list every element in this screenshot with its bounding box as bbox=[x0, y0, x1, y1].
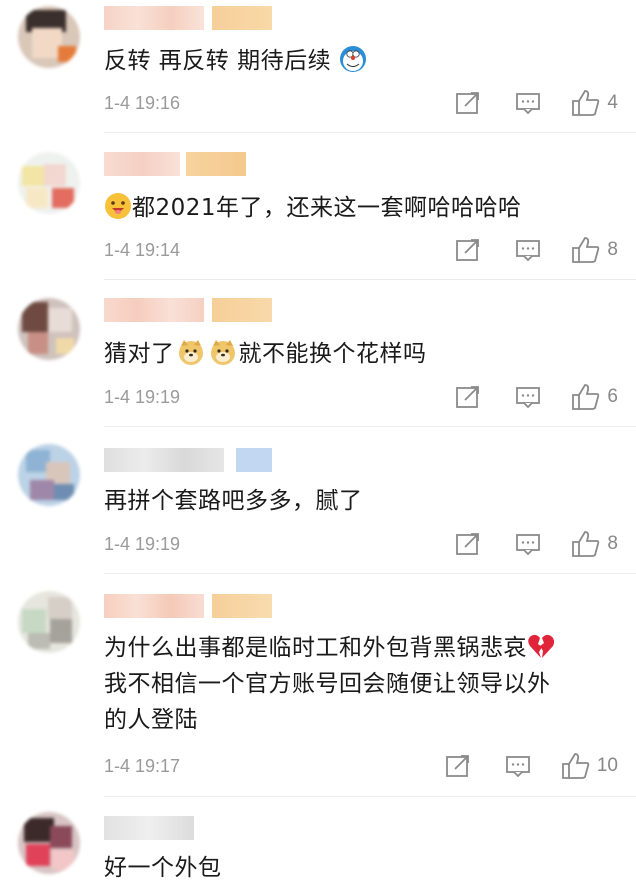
comment-icon[interactable] bbox=[505, 754, 531, 778]
like-count: 6 bbox=[607, 386, 618, 407]
doge-emoji-icon bbox=[177, 338, 205, 366]
doge-emoji-icon bbox=[209, 338, 237, 366]
avatar[interactable] bbox=[18, 6, 80, 68]
username-blurred[interactable] bbox=[104, 298, 272, 322]
like-button[interactable]: 8 bbox=[571, 530, 618, 558]
comment-text: 反转 再反转 期待后续 bbox=[104, 43, 616, 79]
avatar[interactable] bbox=[18, 152, 80, 214]
repost-icon[interactable] bbox=[445, 754, 471, 778]
thumbs-up-icon bbox=[572, 531, 600, 557]
comment-meta: 1-4 19:14 8 bbox=[104, 235, 618, 265]
thumbs-up-icon bbox=[572, 90, 600, 116]
avatar[interactable] bbox=[18, 812, 80, 874]
thumbs-up-icon bbox=[572, 237, 600, 263]
like-count: 8 bbox=[607, 533, 618, 554]
repost-icon[interactable] bbox=[455, 238, 481, 262]
repost-icon[interactable] bbox=[455, 385, 481, 409]
comment-time: 1-4 19:17 bbox=[104, 755, 181, 776]
like-count: 8 bbox=[607, 239, 618, 260]
username-blurred[interactable] bbox=[104, 816, 194, 840]
comment-time: 1-4 19:14 bbox=[104, 239, 181, 260]
divider bbox=[104, 426, 636, 427]
comment-icon[interactable] bbox=[515, 238, 541, 262]
thumbs-up-icon bbox=[561, 753, 590, 779]
divider bbox=[104, 279, 636, 280]
comment-meta: 1-4 19:16 4 bbox=[104, 88, 618, 118]
like-button[interactable]: 4 bbox=[571, 89, 618, 117]
comment-time: 1-4 19:19 bbox=[104, 386, 181, 407]
comment-text: 再拼个套路吧多多，腻了 bbox=[104, 488, 363, 514]
avatar[interactable] bbox=[18, 591, 80, 653]
divider bbox=[104, 132, 636, 133]
avatar[interactable] bbox=[18, 444, 80, 506]
comment-meta: 1-4 19:19 8 bbox=[104, 529, 618, 559]
repost-icon[interactable] bbox=[455, 91, 481, 115]
comment-meta: 1-4 19:17 10 bbox=[104, 751, 618, 781]
username-blurred[interactable] bbox=[104, 448, 272, 472]
comment-meta: 1-4 19:19 6 bbox=[104, 382, 618, 412]
username-blurred[interactable] bbox=[104, 6, 272, 30]
comment-text: 好一个外包 bbox=[104, 855, 222, 881]
repost-icon[interactable] bbox=[455, 532, 481, 556]
comment-icon[interactable] bbox=[515, 385, 541, 409]
comment-icon[interactable] bbox=[515, 532, 541, 556]
like-count: 10 bbox=[596, 755, 618, 776]
like-button[interactable]: 6 bbox=[571, 383, 618, 411]
comment-text: 为什么出事都是临时工和外包背黑锅悲哀 我不相信一个官方账号回会随便让领导以外 的… bbox=[104, 630, 616, 738]
username-blurred[interactable] bbox=[104, 152, 246, 176]
comment-text: 猜对了 就不能换个花样吗 bbox=[104, 336, 616, 372]
avatar[interactable] bbox=[18, 298, 80, 360]
like-button[interactable]: 10 bbox=[561, 752, 618, 780]
comment-time: 1-4 19:19 bbox=[104, 533, 181, 554]
comment-time: 1-4 19:16 bbox=[104, 92, 181, 113]
doraemon-emoji-icon bbox=[339, 45, 367, 73]
comment-text: 都2021年了，还来这一套啊哈哈哈哈 bbox=[104, 190, 616, 226]
comment-icon[interactable] bbox=[515, 91, 541, 115]
like-button[interactable]: 8 bbox=[571, 236, 618, 264]
username-blurred[interactable] bbox=[104, 594, 272, 618]
divider bbox=[104, 573, 636, 574]
divider bbox=[104, 796, 636, 797]
thumbs-up-icon bbox=[572, 384, 600, 410]
like-count: 4 bbox=[607, 92, 618, 113]
grin-emoji-icon bbox=[104, 192, 132, 220]
broken-heart-emoji-icon bbox=[527, 632, 555, 660]
